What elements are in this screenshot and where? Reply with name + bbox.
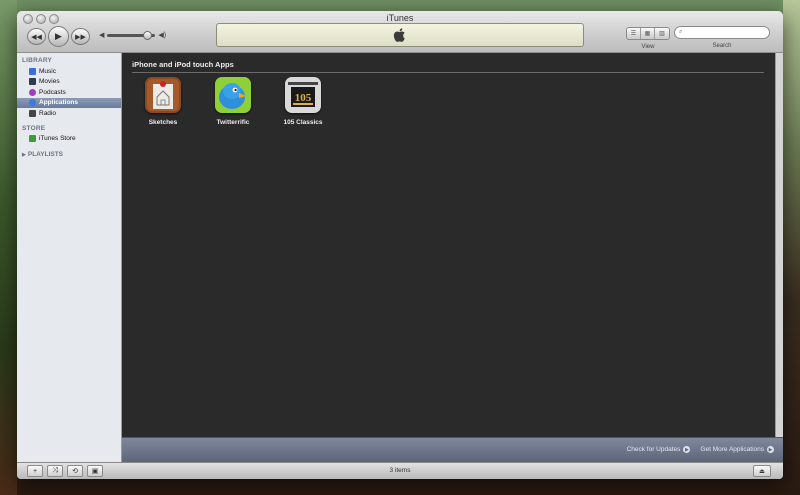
play-button[interactable]: ▶ — [48, 26, 69, 47]
window-title: iTunes — [386, 13, 414, 23]
sidebar-item-radio[interactable]: Radio — [17, 108, 121, 119]
app-item-105-classics[interactable]: 105 105 Classics — [283, 77, 323, 126]
check-for-updates-link[interactable]: Check for Updates ▶ — [627, 446, 691, 453]
radio-antenna-icon — [29, 109, 36, 117]
app-store-icon — [29, 99, 36, 107]
app-item-twitterrific[interactable]: Twitterrific — [214, 77, 252, 126]
check-for-updates-label: Check for Updates — [626, 446, 681, 453]
app-badge-text: 105 — [295, 92, 312, 104]
search-area: ⌕ Search — [674, 26, 770, 49]
section-title: iPhone and iPod touch Apps — [132, 60, 764, 73]
store-icon — [29, 135, 36, 143]
playlists-heading: PLAYLISTS — [27, 151, 64, 158]
sidebar-item-music[interactable]: Music — [17, 66, 121, 77]
coverflow-view-button[interactable]: ▥ — [655, 28, 669, 39]
grid-view-button[interactable]: ▦ — [641, 28, 655, 39]
eject-icon: ⏏ — [759, 468, 765, 475]
search-input[interactable]: ⌕ — [674, 26, 770, 39]
sidebar-playlists-toggle[interactable]: ▶ PLAYLISTS — [17, 150, 121, 159]
sidebar-item-label: Radio — [39, 109, 56, 117]
list-view-button[interactable]: ☰ — [627, 28, 641, 39]
arrow-right-icon: ▶ — [683, 446, 691, 453]
app-name: 105 Classics — [283, 119, 323, 126]
app-item-sketches[interactable]: Sketches — [144, 77, 182, 126]
store-heading: STORE — [22, 124, 46, 132]
search-icon: ⌕ — [679, 29, 683, 35]
get-more-applications-label: Get More Applications — [700, 446, 764, 453]
music-note-icon — [29, 67, 36, 75]
sidebar-item-label: iTunes Store — [39, 135, 76, 143]
bottom-bar: + ⤨ ⟲ ▣ 3 items ⏏ — [17, 462, 783, 479]
items-count: 3 items — [389, 467, 411, 474]
volume-high-icon: ◀) — [158, 32, 167, 39]
film-icon — [29, 78, 36, 86]
volume-slider-knob[interactable] — [143, 30, 153, 40]
app-grid: Sketches Twitterrific 105 105 Classics — [144, 77, 323, 126]
sketches-app-icon — [145, 77, 181, 113]
volume-control: ◀ ◀) — [99, 30, 167, 40]
sidebar-item-label: Music — [39, 67, 56, 75]
view-switcher: ☰ ▦ ▥ View — [626, 27, 670, 50]
apple-logo-icon — [393, 28, 405, 42]
fast-forward-icon: ▶▶ — [75, 33, 86, 41]
volume-slider[interactable] — [107, 30, 156, 40]
twitterrific-app-icon — [215, 77, 251, 113]
app-name: Twitterrific — [216, 119, 250, 126]
content-footer: Check for Updates ▶ Get More Application… — [122, 437, 783, 462]
sidebar-item-label: Podcasts — [39, 88, 66, 96]
105-classics-app-icon: 105 — [285, 77, 321, 113]
app-name: Sketches — [148, 119, 178, 126]
volume-low-icon: ◀ — [99, 32, 105, 39]
play-icon: ▶ — [55, 31, 62, 41]
rewind-icon: ◀◀ — [31, 33, 42, 41]
titlebar: iTunes ◀◀ ▶ ▶▶ ◀ ◀) ☰ ▦ ▥ View ⌕ Search — [17, 11, 783, 53]
sidebar-item-label: Applications — [39, 99, 79, 107]
eject-button[interactable]: ⏏ — [753, 465, 771, 477]
sidebar-item-itunes-store[interactable]: iTunes Store — [17, 134, 121, 145]
itunes-window: iTunes ◀◀ ▶ ▶▶ ◀ ◀) ☰ ▦ ▥ View ⌕ Search … — [17, 11, 783, 479]
previous-track-button[interactable]: ◀◀ — [27, 28, 46, 45]
status-display[interactable] — [216, 23, 584, 47]
sidebar: LIBRARY Music Movies Podcasts Applicatio… — [17, 53, 122, 462]
search-label: Search — [712, 43, 732, 49]
arrow-right-icon: ▶ — [767, 446, 774, 453]
next-track-button[interactable]: ▶▶ — [71, 28, 90, 45]
podcast-icon — [29, 88, 36, 96]
library-heading: LIBRARY — [22, 57, 53, 64]
transport-controls: ◀◀ ▶ ▶▶ — [27, 26, 90, 47]
vertical-scrollbar[interactable] — [775, 53, 783, 437]
desktop-background-right — [783, 0, 800, 495]
desktop-background-left — [0, 0, 17, 495]
view-label: View — [641, 44, 655, 50]
sidebar-item-movies[interactable]: Movies — [17, 77, 121, 88]
sidebar-item-applications[interactable]: Applications — [17, 97, 121, 108]
sidebar-item-label: Movies — [39, 78, 60, 86]
disclosure-triangle-icon: ▶ — [22, 151, 26, 158]
get-more-applications-link[interactable]: Get More Applications ▶ — [700, 446, 774, 453]
applications-content: iPhone and iPod touch Apps Sketches Twit… — [122, 53, 775, 437]
sidebar-item-podcasts[interactable]: Podcasts — [17, 87, 121, 98]
